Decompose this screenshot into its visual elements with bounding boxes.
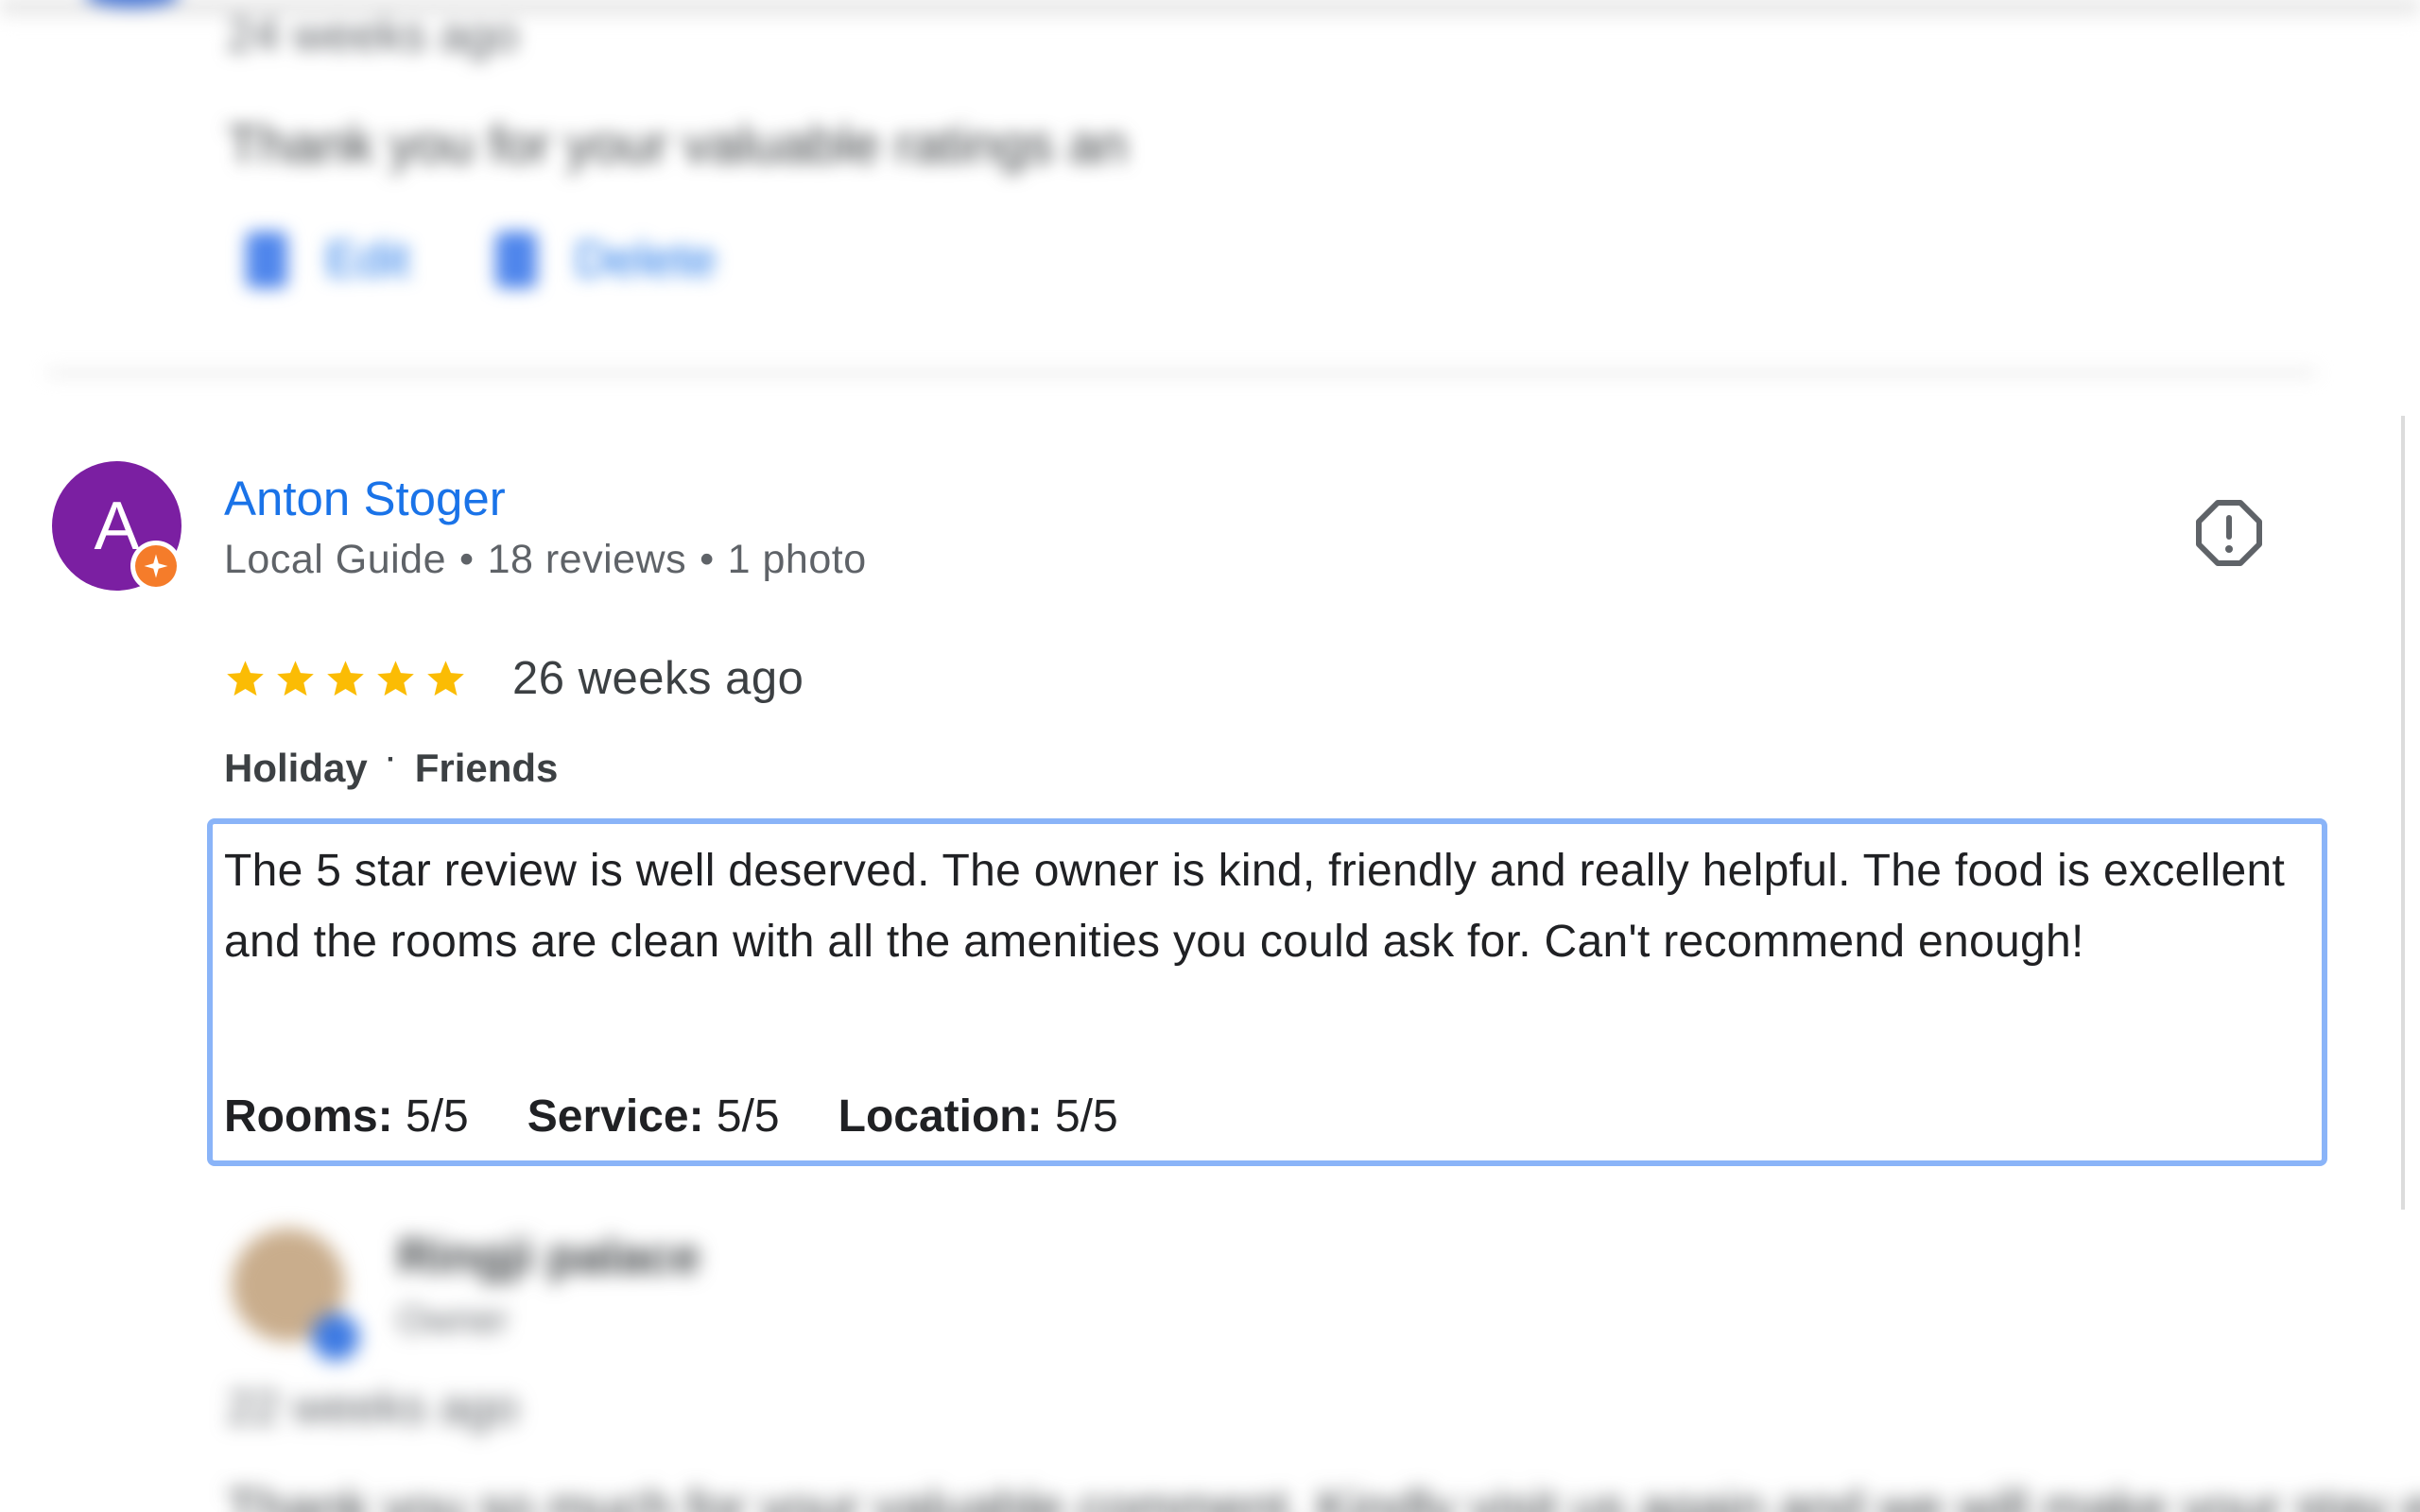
edit-label: Edit — [325, 232, 410, 287]
star-icon — [327, 660, 364, 696]
subrating-label: Rooms: — [224, 1091, 393, 1142]
previous-review: 24 weeks ago Thank you for your valuable… — [0, 0, 2420, 406]
trip-tags: Holiday · Friends — [224, 744, 559, 790]
star-icon — [427, 660, 464, 696]
trash-icon — [494, 232, 537, 288]
travel-group-tag: Friends — [414, 746, 559, 790]
subrating-label: Location: — [838, 1091, 1043, 1142]
reply-actions: Edit Delete — [246, 232, 717, 288]
subrating-label: Service: — [527, 1091, 704, 1142]
report-flag-icon — [2196, 500, 2262, 566]
rating-row: 26 weeks ago — [224, 652, 804, 705]
owner-reply-text: Thank you so much for your valuable comm… — [227, 1480, 2420, 1512]
owner-reply-time: 22 weeks ago — [227, 1381, 519, 1434]
trip-type-tag: Holiday — [224, 746, 368, 790]
subrating-location: Location: 5/5 — [838, 1091, 1118, 1143]
reviews-page: 24 weeks ago Thank you for your valuable… — [0, 0, 2420, 1512]
star-icon — [227, 660, 264, 696]
photos-count: 1 photo — [727, 537, 867, 582]
review-divider — [47, 370, 2316, 375]
reviewer-name[interactable]: Anton Stoger — [224, 471, 506, 526]
owner-reply-text: Thank you for your valuable ratings an — [227, 114, 1128, 174]
subrating-service: Service: 5/5 — [527, 1091, 780, 1143]
edit-reply-button[interactable]: Edit — [246, 232, 410, 288]
local-guide-badge-icon — [130, 541, 182, 592]
delete-label: Delete — [574, 232, 717, 287]
review-time: 26 weeks ago — [512, 653, 804, 704]
subrating-value: 5/5 — [406, 1091, 469, 1142]
next-review: Ringji palace Owner 22 weeks ago Thank y… — [0, 1191, 2420, 1512]
scroll-edge — [2401, 416, 2405, 1210]
subrating-value: 5/5 — [1054, 1091, 1118, 1142]
reviews-count: 18 reviews — [487, 537, 687, 582]
local-guide-label: Local Guide — [224, 537, 446, 582]
star-icon — [377, 660, 414, 696]
subrating-rooms: Rooms: 5/5 — [224, 1091, 469, 1143]
star-icon — [277, 660, 314, 696]
previous-review-time: 24 weeks ago — [227, 9, 519, 61]
subrating-value: 5/5 — [716, 1091, 780, 1142]
review-text: The 5 star review is well deserved. The … — [224, 846, 2286, 967]
delete-reply-button[interactable]: Delete — [494, 232, 717, 288]
owner-meta: Owner — [397, 1299, 509, 1341]
pencil-icon — [246, 232, 287, 288]
reviewer-meta: Local Guide • 18 reviews • 1 photo — [224, 537, 867, 582]
owner-badge-icon — [312, 1314, 359, 1361]
subratings: Rooms: 5/5 Service: 5/5 Location: 5/5 — [224, 1091, 1118, 1143]
report-review-button[interactable] — [2195, 499, 2263, 567]
star-rating — [224, 658, 467, 700]
owner-name: Ringji palace — [397, 1229, 700, 1284]
